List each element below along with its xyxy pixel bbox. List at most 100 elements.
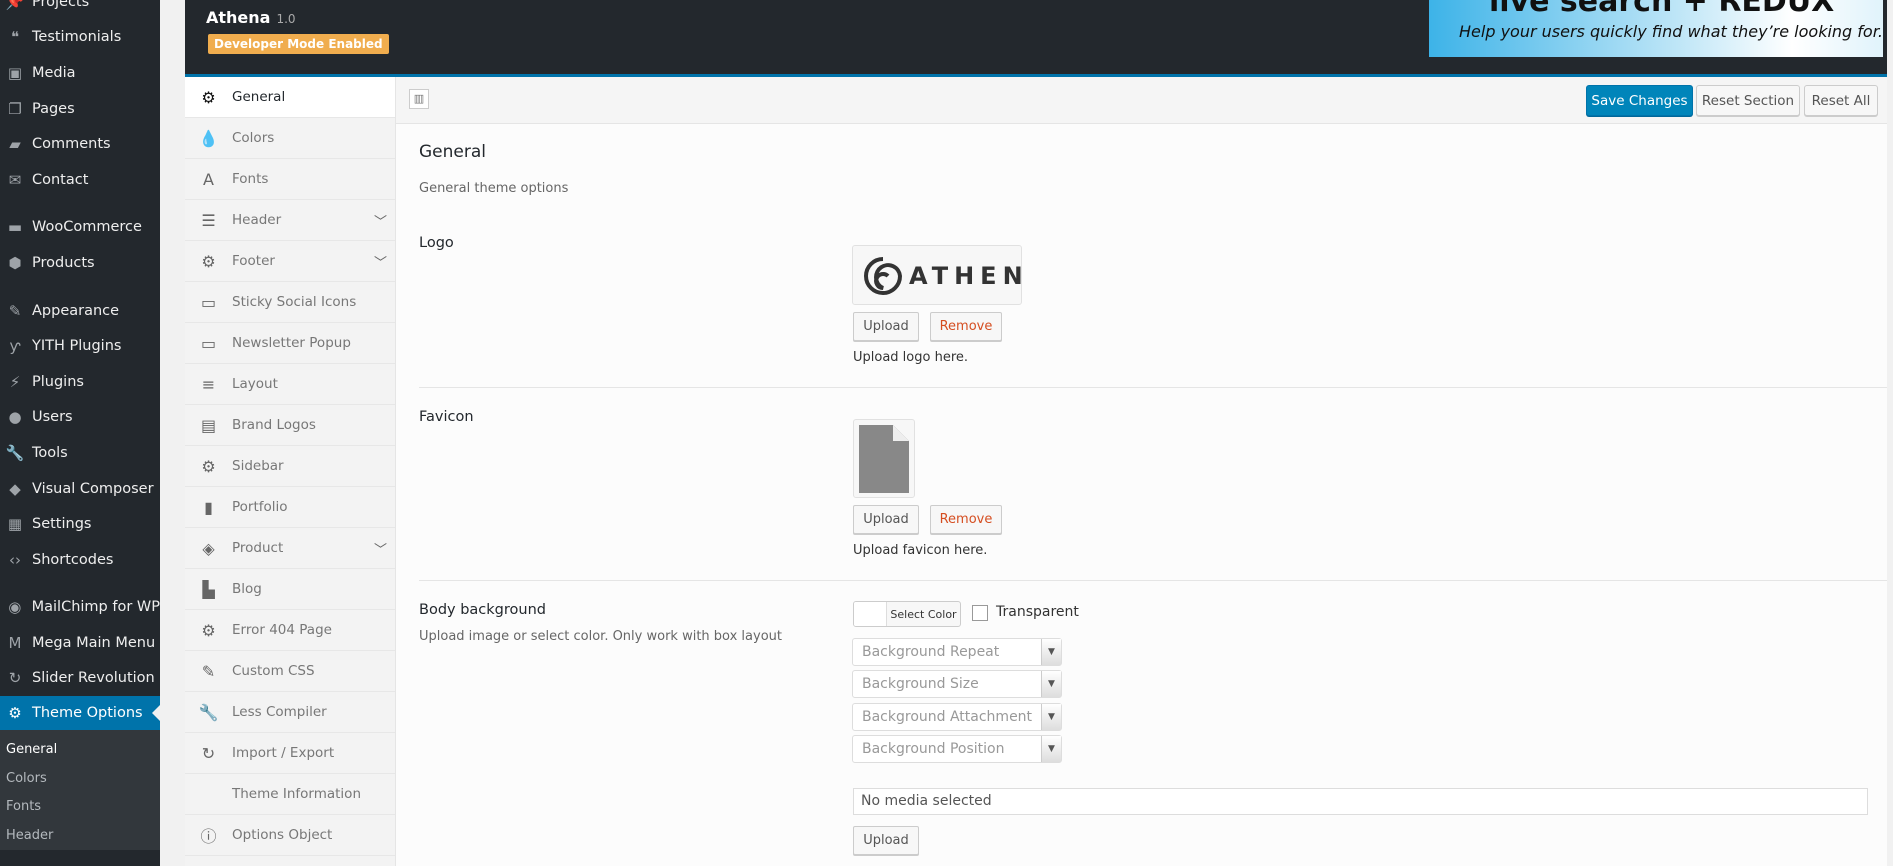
wp-menu-item-yith-plugins[interactable]: ƴ YITH Plugins bbox=[0, 328, 160, 364]
code-icon: ‹› bbox=[9, 550, 21, 569]
wp-menu-label: Products bbox=[32, 254, 95, 271]
color-picker[interactable]: Select Color bbox=[853, 601, 961, 627]
select-background-size[interactable]: Background Size ▼ bbox=[852, 670, 1062, 698]
wp-menu-item-slider-revolution[interactable]: ↻ Slider Revolution bbox=[0, 661, 160, 697]
chevron-down-icon[interactable]: ﹀ bbox=[374, 539, 387, 558]
dropdown-arrow-icon[interactable]: ▼ bbox=[1041, 671, 1061, 697]
wp-menu-item-mailchimp-for-wp[interactable]: ◉ MailChimp for WP bbox=[0, 590, 160, 626]
transparent-checkbox[interactable] bbox=[972, 605, 988, 621]
dropdown-arrow-icon[interactable]: ▼ bbox=[1041, 639, 1061, 665]
nav-item-options-object[interactable]: ⓘ Options Object bbox=[185, 815, 395, 856]
select-color-button[interactable]: Select Color bbox=[887, 602, 960, 626]
gear-icon: ⚙ bbox=[201, 251, 216, 271]
wp-menu-item-visual-composer[interactable]: ◆ Visual Composer bbox=[0, 471, 160, 507]
wp-menu-item-comments[interactable]: ▰ Comments bbox=[0, 126, 160, 162]
pin-icon: 📌 bbox=[5, 0, 25, 11]
nav-item-theme-information[interactable]: Theme Information bbox=[185, 774, 395, 815]
wp-menu-label: Testimonials bbox=[32, 29, 122, 46]
nav-item-colors[interactable]: 💧 Colors bbox=[185, 118, 395, 159]
favicon-remove-button[interactable]: Remove bbox=[930, 505, 1002, 534]
window-icon: ▭ bbox=[200, 292, 217, 312]
select-background-repeat[interactable]: Background Repeat ▼ bbox=[852, 638, 1062, 666]
wp-menu-label: Contact bbox=[32, 171, 89, 188]
divider bbox=[419, 580, 1887, 581]
nav-item-footer[interactable]: ⚙ Footer ﹀ bbox=[185, 241, 395, 282]
nav-item-general[interactable]: ⚙ General bbox=[185, 77, 395, 118]
reset-all-button[interactable]: Reset All bbox=[1804, 85, 1878, 116]
wp-menu-label: YITH Plugins bbox=[32, 338, 122, 355]
color-swatch[interactable] bbox=[854, 602, 887, 626]
chevron-down-icon[interactable]: ﹀ bbox=[374, 252, 387, 271]
lines-icon: ≡ bbox=[201, 374, 216, 394]
chevron-down-icon[interactable]: ﹀ bbox=[374, 211, 387, 230]
nav-item-custom-css[interactable]: ✎ Custom CSS bbox=[185, 651, 395, 692]
wp-menu-item-appearance[interactable]: ✎ Appearance bbox=[0, 293, 160, 329]
logo-preview: ATHENA bbox=[852, 245, 1022, 305]
nav-item-fonts[interactable]: A Fonts bbox=[185, 159, 395, 200]
reset-section-button[interactable]: Reset Section bbox=[1696, 85, 1800, 116]
body-background-label: Body background bbox=[419, 602, 546, 618]
vc-icon: ◆ bbox=[9, 479, 21, 498]
section-title: General bbox=[419, 142, 486, 162]
favicon-upload-button[interactable]: Upload bbox=[853, 505, 919, 534]
dropdown-arrow-icon[interactable]: ▼ bbox=[1041, 704, 1061, 730]
wp-menu-item-testimonials[interactable]: ❝ Testimonials bbox=[0, 20, 160, 56]
theme-version: 1.0 bbox=[276, 12, 296, 26]
background-upload-button[interactable]: Upload bbox=[853, 826, 919, 855]
nav-label: Newsletter Popup bbox=[232, 335, 351, 351]
wp-menu-item-media[interactable]: ▣ Media bbox=[0, 55, 160, 91]
wp-menu-item-mega-main-menu[interactable]: M Mega Main Menu bbox=[0, 625, 160, 661]
logo-upload-button[interactable]: Upload bbox=[853, 312, 919, 341]
nav-item-layout[interactable]: ≡ Layout bbox=[185, 364, 395, 405]
nav-item-blog[interactable]: ▙ Blog bbox=[185, 569, 395, 610]
wp-menu-item-tools[interactable]: 🔧 Tools bbox=[0, 435, 160, 471]
wp-menu-item-settings[interactable]: ▦ Settings bbox=[0, 506, 160, 542]
wp-submenu-item[interactable]: Colors bbox=[0, 765, 160, 794]
nav-item-portfolio[interactable]: ▮ Portfolio bbox=[185, 487, 395, 528]
wp-menu-label: Media bbox=[32, 64, 76, 81]
nav-item-import-export[interactable]: ↻ Import / Export bbox=[185, 733, 395, 774]
select-background-position[interactable]: Background Position ▼ bbox=[852, 735, 1062, 763]
save-changes-button[interactable]: Save Changes bbox=[1586, 85, 1693, 116]
wp-menu-item-woocommerce[interactable]: ▬ WooCommerce bbox=[0, 210, 160, 246]
nav-label: Custom CSS bbox=[232, 663, 315, 679]
wp-menu-item-plugins[interactable]: ⚡ Plugins bbox=[0, 364, 160, 400]
settings-icon: ▦ bbox=[7, 515, 23, 534]
wp-menu-item-pages[interactable]: ❐ Pages bbox=[0, 91, 160, 127]
nav-item-sticky-social-icons[interactable]: ▭ Sticky Social Icons bbox=[185, 282, 395, 323]
wp-submenu-item[interactable]: General bbox=[0, 736, 160, 765]
header-icon: ☰ bbox=[201, 210, 216, 230]
wp-menu-item-users[interactable]: ● Users bbox=[0, 400, 160, 436]
wp-menu-label: Plugins bbox=[32, 373, 84, 390]
options-nav: ⚙ General 💧 Colors A Fonts ☰ Header ﹀ ⚙ Footer ﹀ ▭ St… bbox=[185, 77, 396, 866]
wp-menu-item-contact[interactable]: ✉ Contact bbox=[0, 162, 160, 198]
wp-menu-item-products[interactable]: ⬢ Products bbox=[0, 245, 160, 281]
media-url-input[interactable]: No media selected bbox=[853, 788, 1868, 815]
nav-item-header[interactable]: ☰ Header ﹀ bbox=[185, 200, 395, 241]
nav-item-newsletter-popup[interactable]: ▭ Newsletter Popup bbox=[185, 323, 395, 364]
wp-submenu-item[interactable]: Fonts bbox=[0, 793, 160, 822]
wp-menu-item-theme-options[interactable]: ⚙ Theme Options bbox=[0, 696, 160, 731]
wp-menu-item-projects[interactable]: 📌 Projects bbox=[0, 0, 160, 20]
info-icon: ⓘ bbox=[200, 827, 217, 846]
wp-menu-item-shortcodes[interactable]: ‹› Shortcodes bbox=[0, 542, 160, 578]
gear-icon: ⚙ bbox=[8, 704, 22, 723]
nav-item-sidebar[interactable]: ⚙ Sidebar bbox=[185, 446, 395, 487]
nav-item-error-404-page[interactable]: ⚙ Error 404 Page bbox=[185, 610, 395, 651]
wp-submenu-item[interactable]: Header bbox=[0, 822, 160, 851]
select-background-attachment[interactable]: Background Attachment ▼ bbox=[852, 703, 1062, 731]
nav-item-less-compiler[interactable]: 🔧 Less Compiler bbox=[185, 692, 395, 733]
mail-icon: ✉ bbox=[8, 170, 22, 189]
promo-banner[interactable]: live search + REDUX Help your users quic… bbox=[1429, 0, 1883, 57]
expand-toggle-icon[interactable]: ▥ bbox=[409, 89, 429, 109]
athena-logo-icon bbox=[864, 257, 903, 295]
gear-icon: ⚙ bbox=[201, 456, 216, 476]
logo-remove-button[interactable]: Remove bbox=[930, 312, 1002, 341]
nav-label: Portfolio bbox=[232, 499, 288, 515]
dropdown-arrow-icon[interactable]: ▼ bbox=[1041, 736, 1061, 762]
section-description: General theme options bbox=[419, 181, 569, 196]
nav-item-brand-logos[interactable]: ▤ Brand Logos bbox=[185, 405, 395, 446]
nav-item-product[interactable]: ◈ Product ﹀ bbox=[185, 528, 395, 569]
nav-label: Error 404 Page bbox=[232, 622, 332, 638]
logo-text: ATHENA bbox=[909, 262, 1021, 290]
